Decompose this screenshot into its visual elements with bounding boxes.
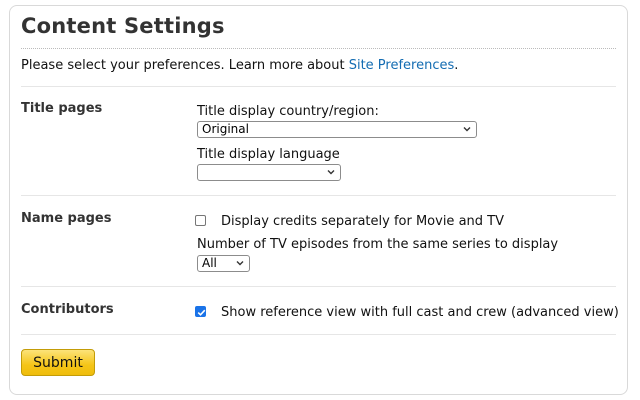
reference-view-checkbox[interactable]: [195, 306, 206, 317]
submit-button[interactable]: Submit: [21, 349, 95, 376]
intro-text-body: Please select your preferences. Learn mo…: [21, 58, 349, 73]
content-settings-card: Content Settings Please select your pref…: [9, 5, 628, 395]
reference-view-label: Show reference view with full cast and c…: [221, 305, 619, 320]
country-field-label: Title display country/region:: [197, 104, 379, 119]
section-label-title-pages: Title pages: [21, 101, 103, 116]
site-preferences-link[interactable]: Site Preferences: [349, 58, 455, 73]
section-divider: [21, 286, 616, 287]
language-field-label: Title display language: [197, 147, 340, 162]
section-divider: [21, 195, 616, 196]
chevron-down-icon: [463, 127, 471, 132]
section-divider: [21, 86, 616, 87]
episodes-field-label: Number of TV episodes from the same seri…: [197, 237, 559, 252]
intro-text-suffix: .: [454, 58, 459, 73]
section-label-contributors: Contributors: [21, 302, 114, 317]
country-select[interactable]: Original: [197, 121, 477, 138]
chevron-down-icon: [236, 261, 244, 266]
episodes-select[interactable]: All: [197, 255, 250, 272]
title-divider: [21, 48, 616, 49]
country-select-value: Original: [202, 122, 249, 136]
language-select[interactable]: [197, 164, 341, 181]
page-title: Content Settings: [21, 14, 225, 38]
intro-text: Please select your preferences. Learn mo…: [21, 58, 458, 73]
section-divider: [21, 334, 616, 335]
checkmark-icon: [197, 309, 206, 316]
episodes-select-value: All: [202, 256, 217, 270]
section-label-name-pages: Name pages: [21, 211, 112, 226]
credits-checkbox[interactable]: [195, 215, 206, 226]
chevron-down-icon: [327, 170, 335, 175]
credits-checkbox-label: Display credits separately for Movie and…: [221, 214, 504, 229]
